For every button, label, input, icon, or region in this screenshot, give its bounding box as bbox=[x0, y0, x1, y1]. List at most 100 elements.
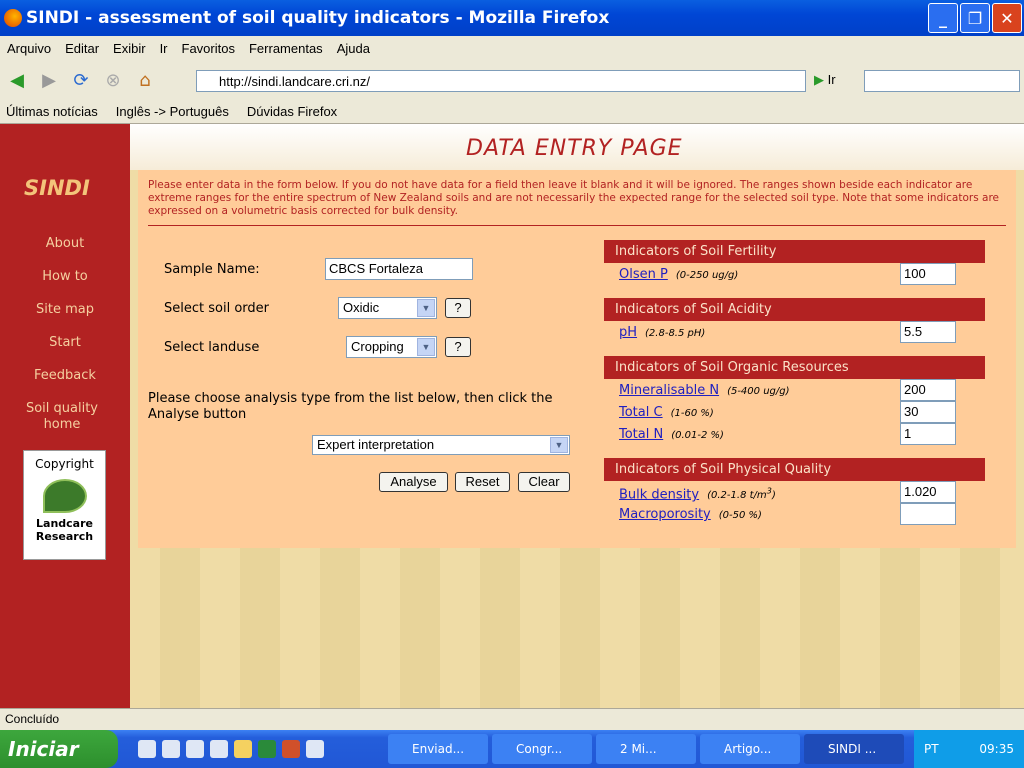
search-input[interactable] bbox=[864, 70, 1020, 92]
excel-icon[interactable] bbox=[258, 740, 276, 758]
section-soil-organic-resources: Indicators of Soil Organic Resources bbox=[604, 356, 985, 379]
data-entry-form: Please enter data in the form below. If … bbox=[138, 170, 1016, 548]
menu-exibir[interactable]: Exibir bbox=[113, 41, 146, 56]
reset-button[interactable]: Reset bbox=[455, 472, 510, 492]
bookmark-firefox-help[interactable]: Dúvidas Firefox bbox=[247, 104, 337, 119]
menu-arquivo[interactable]: Arquivo bbox=[7, 41, 51, 56]
olsen-p-link[interactable]: Olsen P bbox=[619, 267, 668, 282]
sidebar-item-how-to[interactable]: How to bbox=[0, 269, 130, 285]
home-icon[interactable]: ⌂ bbox=[132, 67, 158, 93]
bulk-density-input[interactable]: 1.020 bbox=[900, 481, 956, 503]
sidebar: SINDI About How to Site map Start Feedba… bbox=[0, 124, 130, 708]
task-congresso[interactable]: Congr... bbox=[492, 734, 592, 764]
landcare-research-label: Landcare Research bbox=[35, 517, 94, 543]
mineralisable-n-range: (5-400 ug/g) bbox=[727, 386, 790, 397]
divider bbox=[148, 225, 1006, 226]
reload-icon[interactable]: ⟳ bbox=[68, 67, 94, 93]
language-indicator[interactable]: PT bbox=[924, 742, 939, 756]
sidebar-item-feedback[interactable]: Feedback bbox=[0, 368, 130, 384]
analysis-type-select[interactable]: Expert interpretation ▼ bbox=[312, 435, 570, 455]
task-powerpoint-group[interactable]: 2 Mi... bbox=[596, 734, 696, 764]
url-bar[interactable]: http://sindi.landcare.cri.nz/ bbox=[196, 70, 806, 92]
task-artigo[interactable]: Artigo... bbox=[700, 734, 800, 764]
status-bar: Concluído bbox=[0, 708, 1024, 730]
outlook-icon[interactable] bbox=[162, 740, 180, 758]
taskbar: Iniciar Enviad... Congr... 2 Mi... Artig… bbox=[0, 730, 1024, 768]
soil-order-select[interactable]: Oxidic ▼ bbox=[338, 297, 437, 319]
firefox-icon bbox=[4, 9, 22, 27]
total-n-link[interactable]: Total N bbox=[619, 427, 663, 442]
menu-favoritos[interactable]: Favoritos bbox=[182, 41, 235, 56]
browser-icon[interactable] bbox=[186, 740, 204, 758]
clear-button[interactable]: Clear bbox=[518, 472, 570, 492]
landuse-value: Cropping bbox=[351, 339, 404, 354]
title-bar: SINDI - assessment of soil quality indic… bbox=[0, 0, 1024, 36]
total-c-link[interactable]: Total C bbox=[619, 405, 663, 420]
landuse-help-button[interactable]: ? bbox=[445, 337, 471, 357]
back-icon[interactable]: ◀ bbox=[4, 67, 30, 93]
sidebar-item-soil-quality-home[interactable]: Soil quality home bbox=[0, 401, 124, 433]
total-n-input[interactable]: 1 bbox=[900, 423, 956, 445]
ph-link[interactable]: pH bbox=[619, 325, 637, 340]
mineralisable-n-input[interactable]: 200 bbox=[900, 379, 956, 401]
total-c-input[interactable]: 30 bbox=[900, 401, 956, 423]
macroporosity-range: (0-50 %) bbox=[718, 510, 762, 521]
section-soil-acidity: Indicators of Soil Acidity bbox=[604, 298, 985, 321]
menu-bar: Arquivo Editar Exibir Ir Favoritos Ferra… bbox=[0, 36, 1024, 60]
sample-name-label: Sample Name: bbox=[164, 262, 260, 277]
sidebar-item-start[interactable]: Start bbox=[0, 335, 130, 351]
landcare-logo-icon bbox=[42, 479, 87, 513]
sample-name-input[interactable]: CBCS Fortaleza bbox=[325, 258, 473, 280]
forward-icon[interactable]: ▶ bbox=[36, 67, 62, 93]
sidebar-item-site-map[interactable]: Site map bbox=[0, 302, 130, 318]
maximize-button[interactable]: ❐ bbox=[960, 3, 990, 33]
macroporosity-input[interactable] bbox=[900, 503, 956, 525]
chevron-down-icon: ▼ bbox=[550, 437, 568, 453]
go-icon: ▶ bbox=[814, 72, 824, 87]
indicator-total-n: Total N (0.01-2 %) bbox=[619, 427, 724, 442]
menu-editar[interactable]: Editar bbox=[65, 41, 99, 56]
section-soil-physical-quality: Indicators of Soil Physical Quality bbox=[604, 458, 985, 481]
menu-ferramentas[interactable]: Ferramentas bbox=[249, 41, 323, 56]
quick-launch bbox=[138, 740, 388, 758]
analysis-prompt: Please choose analysis type from the lis… bbox=[148, 391, 553, 422]
page-content: SINDI About How to Site map Start Feedba… bbox=[0, 124, 1024, 708]
indicator-macroporosity: Macroporosity (0-50 %) bbox=[619, 507, 762, 522]
intro-text: Please enter data in the form below. If … bbox=[148, 179, 1000, 217]
bookmark-news[interactable]: Últimas notícias bbox=[6, 104, 98, 119]
mineralisable-n-link[interactable]: Mineralisable N bbox=[619, 383, 719, 398]
ph-range: (2.8-8.5 pH) bbox=[645, 328, 706, 339]
analyse-button[interactable]: Analyse bbox=[379, 472, 448, 492]
bulk-density-link[interactable]: Bulk density bbox=[619, 487, 699, 502]
sidebar-item-about[interactable]: About bbox=[0, 236, 130, 252]
bulk-density-range: (0.2-1.8 t/m3) bbox=[707, 486, 776, 502]
start-label: Iniciar bbox=[8, 737, 79, 761]
indicator-bulk-density: Bulk density (0.2-1.8 t/m3) bbox=[619, 486, 776, 502]
minimize-button[interactable]: _ bbox=[928, 3, 958, 33]
soil-order-label: Select soil order bbox=[164, 301, 269, 316]
close-button[interactable]: ✕ bbox=[992, 3, 1022, 33]
go-button[interactable]: ▶ Ir bbox=[814, 72, 836, 88]
folder-icon[interactable] bbox=[234, 740, 252, 758]
menu-ir[interactable]: Ir bbox=[160, 41, 168, 56]
macroporosity-link[interactable]: Macroporosity bbox=[619, 507, 711, 522]
task-enviados[interactable]: Enviad... bbox=[388, 734, 488, 764]
landuse-select[interactable]: Cropping ▼ bbox=[346, 336, 437, 358]
bookmark-translate[interactable]: Inglês -> Português bbox=[116, 104, 229, 119]
ph-input[interactable]: 5.5 bbox=[900, 321, 956, 343]
soil-order-help-button[interactable]: ? bbox=[445, 298, 471, 318]
media-player-icon[interactable] bbox=[306, 740, 324, 758]
start-button[interactable]: Iniciar bbox=[0, 730, 118, 768]
copyright-box[interactable]: Copyright Landcare Research bbox=[23, 450, 106, 560]
task-sindi-firefox[interactable]: SINDI ... bbox=[804, 734, 904, 764]
stop-icon[interactable]: ⊗ bbox=[100, 67, 126, 93]
url-text: http://sindi.landcare.cri.nz/ bbox=[219, 73, 371, 89]
ie-icon[interactable] bbox=[138, 740, 156, 758]
olsen-p-input[interactable]: 100 bbox=[900, 263, 956, 285]
sindi-logo: SINDI bbox=[24, 176, 90, 200]
indicator-ph: pH (2.8-8.5 pH) bbox=[619, 325, 705, 340]
explorer-icon[interactable] bbox=[210, 740, 228, 758]
powerpoint-icon[interactable] bbox=[282, 740, 300, 758]
menu-ajuda[interactable]: Ajuda bbox=[337, 41, 370, 56]
clock: 09:35 bbox=[979, 742, 1014, 756]
